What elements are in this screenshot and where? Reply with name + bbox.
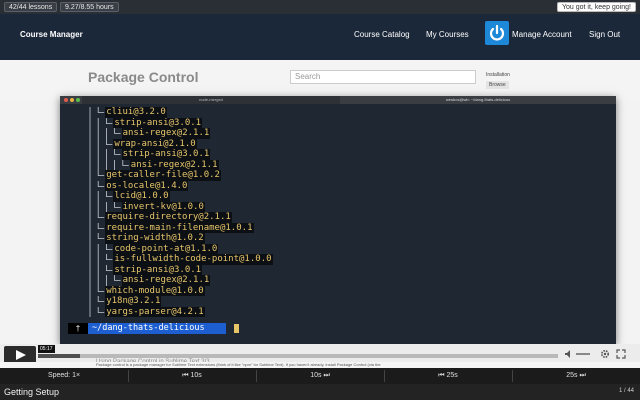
tree-elbow [106, 117, 113, 124]
package-name: invert-kv@1.0.0 [121, 201, 205, 212]
gear-icon[interactable] [600, 349, 610, 359]
package-name: strip-ansi@3.0.1 [121, 149, 211, 160]
package-name: strip-ansi@3.0.1 [113, 264, 203, 275]
hours-pill: 9.27/8.55 hours [60, 2, 119, 12]
prompt-symbol: † [68, 323, 88, 334]
package-name: require-directory@2.1.1 [105, 212, 232, 223]
time-indicator: 05:17 [38, 345, 55, 353]
tree-elbow [114, 128, 121, 134]
maximize-dot-icon[interactable] [76, 98, 80, 102]
back-10-button[interactable]: ⏮ 10s [128, 368, 256, 384]
package-name: yargs-parser@4.2.1 [105, 306, 205, 317]
nav-course-catalog[interactable]: Course Catalog [354, 30, 410, 39]
tree-elbow [97, 212, 105, 218]
progress-bar[interactable] [38, 354, 558, 358]
terminal-window: node-merged wesbos@wb: ~/dang-thats-deli… [60, 96, 616, 344]
app-root: 42/44 lessons 9.27/8.55 hours You got it… [0, 0, 640, 400]
package-name: cliui@3.2.0 [105, 107, 167, 118]
side-link-installation[interactable]: Installation [486, 72, 510, 78]
tree-elbow [97, 180, 105, 187]
page-title: Package Control [88, 69, 199, 85]
volume-icon[interactable] [564, 349, 574, 359]
nav-sign-out[interactable]: Sign Out [589, 30, 620, 39]
package-name: lcid@1.0.0 [113, 191, 170, 202]
power-icon[interactable] [485, 21, 509, 45]
tree-elbow [114, 275, 121, 281]
side-link-browse[interactable]: Browse [486, 81, 509, 89]
fullscreen-icon[interactable] [616, 349, 626, 359]
package-name: string-width@1.0.2 [105, 233, 205, 244]
volume-slider-icon[interactable] [576, 349, 590, 359]
tree-elbow [106, 254, 113, 260]
search-input[interactable]: Search [290, 70, 476, 84]
package-name: strip-ansi@3.0.1 [113, 117, 203, 128]
package-name: ansi-regex@2.1.1 [121, 275, 211, 286]
progress-fill [38, 354, 80, 358]
lessons-pill: 42/44 lessons [4, 2, 58, 12]
prompt-path: ~/dang-thats-delicious [88, 323, 226, 334]
lesson-counter: 1 / 44 [618, 388, 634, 394]
tree-elbow [122, 159, 129, 166]
forward-25-button[interactable]: 25s ⏭ [512, 368, 640, 384]
tree-elbow [97, 107, 105, 113]
package-name: code-point-at@1.1.0 [113, 243, 219, 254]
description-text: Package control is a package manager for… [96, 362, 381, 367]
package-name: get-caller-file@1.0.2 [105, 170, 221, 181]
package-name: y18n@3.2.1 [105, 296, 162, 307]
package-control-page: Package Control Search Installation Brow… [0, 60, 640, 100]
nav-manage-account[interactable]: Manage Account [512, 30, 572, 39]
text-cursor [234, 324, 239, 333]
tree-elbow [106, 243, 113, 250]
tree-elbow [97, 233, 105, 239]
tree-elbow [97, 306, 105, 313]
encouragement-pill[interactable]: You got it, keep going! [556, 2, 636, 12]
tree-elbow [114, 201, 121, 208]
site-title[interactable]: Course Manager [20, 30, 83, 39]
top-strip: 42/44 lessons 9.27/8.55 hours You got it… [0, 0, 640, 14]
package-name: require-main-filename@1.0.1 [105, 222, 254, 233]
tree-elbow [114, 149, 121, 155]
package-name: is-fullwidth-code-point@1.0.0 [113, 254, 273, 265]
terminal-tab-1[interactable]: node-merged [82, 96, 340, 104]
lesson-bar: Getting Setup 1 / 44 [0, 384, 640, 400]
back-25-button[interactable]: ⏮ 25s [384, 368, 512, 384]
tree-elbow [106, 138, 113, 145]
tree-elbow [97, 285, 105, 292]
speed-button[interactable]: Speed: 1× [0, 368, 128, 384]
close-dot-icon[interactable] [64, 98, 68, 102]
nav-my-courses[interactable]: My Courses [426, 30, 469, 39]
forward-10-button[interactable]: 10s ⏭ [256, 368, 384, 384]
terminal-titlebar: node-merged wesbos@wb: ~/dang-thats-deli… [60, 96, 616, 104]
minimize-dot-icon[interactable] [70, 98, 74, 102]
package-name: os-locale@1.4.0 [105, 180, 189, 191]
terminal-tab-2[interactable]: wesbos@wb: ~/dang-thats-delicious [340, 96, 616, 104]
package-name: which-module@1.0.0 [105, 285, 205, 296]
playback-controls: Speed: 1× ⏮ 10s 10s ⏭ ⏮ 25s 25s ⏭ [0, 368, 640, 384]
tree-elbow [97, 296, 105, 302]
tree-elbow [106, 191, 113, 197]
package-name: wrap-ansi@2.1.0 [113, 138, 197, 149]
tree-elbow [97, 222, 105, 229]
tree-elbow [97, 170, 105, 176]
lesson-title[interactable]: Getting Setup [4, 387, 59, 397]
package-name: ansi-regex@2.1.1 [129, 159, 219, 170]
package-name: ansi-regex@2.1.1 [121, 128, 211, 139]
site-header: Course Manager Course Catalog My Courses… [0, 14, 640, 60]
tree-elbow [106, 264, 113, 271]
